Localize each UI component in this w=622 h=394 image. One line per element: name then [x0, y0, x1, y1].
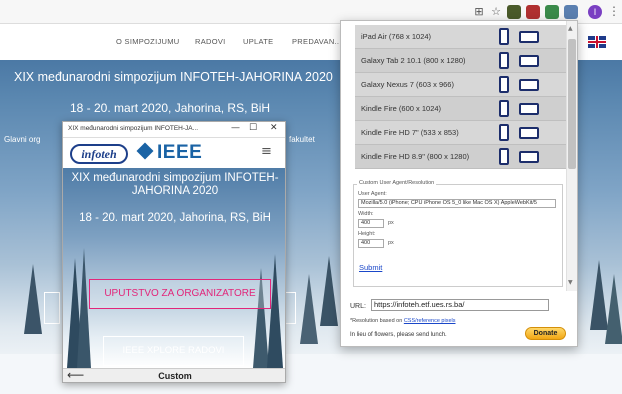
- nav-link-o-simpozijumu[interactable]: O SIMPOZIJUMU: [116, 37, 179, 46]
- portrait-orientation-icon[interactable]: [499, 52, 509, 69]
- user-agent-label: User Agent:: [358, 191, 387, 197]
- landscape-orientation-icon[interactable]: [519, 151, 539, 163]
- lunch-note: In lieu of flowers, please send lunch.: [350, 332, 447, 338]
- site-date: 18 - 20. mart 2020, Jahorina, RS, BiH: [70, 101, 271, 115]
- portrait-orientation-icon[interactable]: [499, 124, 509, 141]
- tree-decoration: [300, 274, 318, 344]
- height-label: Height:: [358, 231, 376, 237]
- hamburger-menu-icon[interactable]: ≡: [261, 144, 272, 159]
- portrait-orientation-icon[interactable]: [499, 28, 509, 45]
- mobile-hero: XIX međunarodni simpozijum INFOTEH-JAHOR…: [63, 168, 285, 368]
- landscape-orientation-icon[interactable]: [519, 31, 539, 43]
- site-faculty-text: fakultet: [289, 135, 315, 144]
- ieee-xplore-button[interactable]: IEEE XPLORE RADOVI: [103, 336, 244, 366]
- emulator-footer: ⟵ Custom: [63, 368, 285, 382]
- device-row[interactable]: iPad Air (768 x 1024): [355, 25, 567, 49]
- infoteh-logo[interactable]: infoteh: [70, 144, 128, 164]
- submit-link[interactable]: Submit: [359, 263, 382, 272]
- english-flag-icon[interactable]: [588, 36, 606, 48]
- custom-fieldset-legend: Custom User Agent/Resolution: [357, 180, 437, 186]
- nav-link-uplate[interactable]: UPLATE: [243, 37, 273, 46]
- extension-icon-2[interactable]: [526, 5, 540, 19]
- device-mode-label[interactable]: Custom: [63, 371, 285, 381]
- popup-scroll-thumb[interactable]: [568, 39, 576, 169]
- organizers-guide-button[interactable]: UPUTSTVO ZA ORGANIZATORE: [89, 279, 271, 309]
- profile-avatar[interactable]: I: [588, 5, 602, 19]
- url-input[interactable]: https://infoteh.etf.ues.rs.ba/: [371, 299, 549, 311]
- emulator-titlebar: XIX međunarodni simpozijum INFOTEH-JA...…: [63, 122, 285, 138]
- mobile-site-date: 18 - 20. mart 2020, Jahorina, RS, BiH: [79, 212, 271, 224]
- tree-decoration: [24, 264, 42, 334]
- device-row[interactable]: Kindle Fire HD 8.9" (800 x 1280): [355, 145, 567, 169]
- resolution-note: *Resolution based on CSS/reference pixel…: [350, 318, 456, 324]
- device-name: Galaxy Tab 2 10.1 (800 x 1280): [361, 56, 466, 65]
- more-menu-icon[interactable]: ⋮: [608, 4, 620, 18]
- landscape-orientation-icon[interactable]: [519, 103, 539, 115]
- tree-decoration: [320, 256, 338, 326]
- emulator-window-title: XIX međunarodni simpozijum INFOTEH-JA...: [68, 125, 199, 132]
- close-button[interactable]: ✕: [270, 123, 278, 133]
- landscape-orientation-icon[interactable]: [519, 127, 539, 139]
- scroll-down-arrow-icon[interactable]: ▼: [568, 279, 573, 286]
- device-name: Kindle Fire HD 8.9" (800 x 1280): [361, 152, 470, 161]
- mobile-site-title: XIX međunarodni simpozijum INFOTEH-JAHOR…: [71, 172, 279, 197]
- device-row[interactable]: Galaxy Nexus 7 (603 x 966): [355, 73, 567, 97]
- landscape-orientation-icon[interactable]: [519, 55, 539, 67]
- width-unit: px: [388, 220, 394, 226]
- site-title: XIX međunarodni simpozijum INFOTEH-JAHOR…: [14, 70, 333, 84]
- mobile-site-header: infoteh IEEE ≡: [63, 138, 285, 168]
- resolution-test-popup: iPad Air (768 x 1024) Galaxy Tab 2 10.1 (…: [340, 20, 578, 347]
- url-label: URL:: [350, 303, 366, 310]
- user-agent-input[interactable]: Mozilla/5.0 (iPhone; CPU iPhone OS 5_0 l…: [358, 199, 556, 208]
- ieee-logo-text: IEEE: [157, 142, 203, 163]
- css-pixels-link[interactable]: CSS/reference pixels: [404, 318, 456, 324]
- scroll-up-arrow-icon[interactable]: ▲: [568, 25, 573, 32]
- extension-icon-1[interactable]: [507, 5, 521, 19]
- height-input[interactable]: 400: [358, 239, 384, 248]
- donate-button[interactable]: Donate: [525, 327, 566, 340]
- device-name: iPad Air (768 x 1024): [361, 32, 432, 41]
- device-list: iPad Air (768 x 1024) Galaxy Tab 2 10.1 (…: [355, 25, 567, 169]
- width-label: Width:: [358, 211, 374, 217]
- device-name: Kindle Fire HD 7" (533 x 853): [361, 128, 459, 137]
- extension-icon-3[interactable]: [545, 5, 559, 19]
- device-name: Galaxy Nexus 7 (603 x 966): [361, 80, 454, 89]
- custom-resolution-fieldset: Custom User Agent/Resolution User Agent:…: [353, 180, 563, 287]
- translate-icon[interactable]: ⊞: [472, 5, 486, 19]
- height-unit: px: [388, 240, 394, 246]
- site-organizer-text: Glavni org: [4, 135, 41, 144]
- portrait-orientation-icon[interactable]: [499, 148, 509, 165]
- device-name: Kindle Fire (600 x 1024): [361, 104, 442, 113]
- device-row[interactable]: Kindle Fire HD 7" (533 x 853): [355, 121, 567, 145]
- tree-decoration: [267, 254, 283, 368]
- nav-link-predavanja[interactable]: PREDAVAN...: [292, 37, 342, 46]
- resolution-test-extension-icon[interactable]: [564, 5, 578, 19]
- nav-link-radovi[interactable]: RADOVI: [195, 37, 226, 46]
- bookmark-star-icon[interactable]: ☆: [489, 5, 503, 19]
- portrait-orientation-icon[interactable]: [499, 100, 509, 117]
- tree-decoration: [605, 274, 622, 344]
- ieee-diamond-icon: [136, 142, 154, 160]
- site-button-left[interactable]: [44, 292, 60, 324]
- width-input[interactable]: 400: [358, 219, 384, 228]
- minimize-button[interactable]: —: [231, 123, 240, 133]
- maximize-button[interactable]: ☐: [249, 123, 257, 133]
- device-row[interactable]: Kindle Fire (600 x 1024): [355, 97, 567, 121]
- resolution-note-prefix: *Resolution based on: [350, 318, 404, 324]
- emulator-window: XIX međunarodni simpozijum INFOTEH-JA...…: [62, 121, 286, 383]
- portrait-orientation-icon[interactable]: [499, 76, 509, 93]
- ieee-logo[interactable]: IEEE: [136, 142, 203, 164]
- landscape-orientation-icon[interactable]: [519, 79, 539, 91]
- device-row[interactable]: Galaxy Tab 2 10.1 (800 x 1280): [355, 49, 567, 73]
